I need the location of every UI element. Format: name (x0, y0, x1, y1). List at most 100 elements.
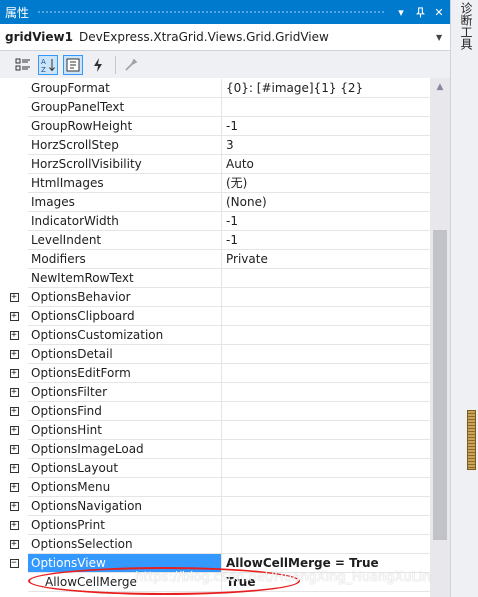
expander-box[interactable]: + (9, 445, 19, 454)
property-value[interactable] (222, 383, 430, 402)
events-icon[interactable] (88, 55, 108, 75)
pin-icon[interactable] (412, 4, 428, 20)
property-name[interactable]: GroupPanelText (28, 98, 222, 117)
property-row[interactable]: HorzScrollVisibility Auto (0, 155, 430, 174)
vertical-scrollbar[interactable]: ▲ (430, 78, 450, 597)
property-row[interactable]: + OptionsPrint (0, 516, 430, 535)
property-value[interactable] (222, 516, 430, 535)
expander-box[interactable]: + (9, 350, 19, 359)
property-name[interactable]: HorzScrollVisibility (28, 155, 222, 174)
expand-icon[interactable]: + (0, 383, 28, 402)
property-value[interactable] (222, 459, 430, 478)
property-value[interactable] (222, 440, 430, 459)
property-value[interactable]: {0}: [#image]{1} {2} (222, 79, 430, 98)
property-row[interactable]: + OptionsImageLoad (0, 440, 430, 459)
object-selector[interactable]: gridView1 DevExpress.XtraGrid.Views.Grid… (0, 24, 450, 51)
property-name[interactable]: OptionsNavigation (28, 497, 222, 516)
property-value[interactable]: Private (222, 250, 430, 269)
property-value[interactable]: True (222, 573, 430, 592)
property-name[interactable]: LevelIndent (28, 231, 222, 250)
property-name[interactable]: GroupFormat (28, 79, 222, 98)
property-value[interactable] (222, 326, 430, 345)
expand-icon[interactable]: + (0, 307, 28, 326)
property-name[interactable]: OptionsFilter (28, 383, 222, 402)
property-name[interactable]: AllowCellMerge (28, 573, 222, 592)
property-name[interactable]: OptionsCustomization (28, 326, 222, 345)
property-value[interactable] (222, 535, 430, 554)
expander-box[interactable]: − (9, 559, 19, 568)
property-value[interactable] (222, 402, 430, 421)
property-row[interactable]: GroupRowHeight -1 (0, 117, 430, 136)
property-value[interactable] (222, 98, 430, 117)
property-value[interactable]: -1 (222, 212, 430, 231)
property-row[interactable]: AllowCellMerge True (0, 573, 430, 592)
property-name[interactable]: OptionsBehavior (28, 288, 222, 307)
property-name[interactable]: OptionsPrint (28, 516, 222, 535)
property-row[interactable]: + OptionsDetail (0, 345, 430, 364)
property-name[interactable]: NewItemRowText (28, 269, 222, 288)
expand-icon[interactable]: + (0, 459, 28, 478)
expand-icon[interactable]: + (0, 421, 28, 440)
scroll-thumb[interactable] (433, 230, 447, 540)
property-row[interactable]: Modifiers Private (0, 250, 430, 269)
property-name[interactable]: Modifiers (28, 250, 222, 269)
property-value[interactable]: -1 (222, 117, 430, 136)
property-row[interactable]: Images (None) (0, 193, 430, 212)
property-row[interactable]: + OptionsLayout (0, 459, 430, 478)
property-value[interactable] (222, 478, 430, 497)
property-row[interactable]: + OptionsSelection (0, 535, 430, 554)
expand-icon[interactable]: + (0, 345, 28, 364)
dropdown-icon[interactable]: ▾ (393, 4, 409, 20)
property-value[interactable]: (None) (222, 193, 430, 212)
scroll-up-icon[interactable]: ▲ (430, 78, 450, 96)
property-row[interactable]: GroupPanelText (0, 98, 430, 117)
property-name[interactable]: OptionsMenu (28, 478, 222, 497)
categorized-icon[interactable] (13, 55, 33, 75)
alphabetical-icon[interactable]: AZ (38, 54, 58, 75)
property-value[interactable] (222, 269, 430, 288)
side-tab-diagnostics[interactable]: 诊断工具 (455, 0, 475, 50)
property-value[interactable] (222, 421, 430, 440)
property-name[interactable]: OptionsSelection (28, 535, 222, 554)
property-row[interactable]: − OptionsView AllowCellMerge = True (0, 554, 430, 573)
expander-box[interactable]: + (9, 540, 19, 549)
property-value[interactable]: (无) (222, 174, 430, 193)
property-row[interactable]: + OptionsNavigation (0, 497, 430, 516)
expand-icon[interactable]: + (0, 535, 28, 554)
expand-icon[interactable]: + (0, 288, 28, 307)
property-name[interactable]: HtmlImages (28, 174, 222, 193)
property-name[interactable]: OptionsLayout (28, 459, 222, 478)
property-row[interactable]: GroupFormat {0}: [#image]{1} {2} (0, 79, 430, 98)
property-value[interactable] (222, 497, 430, 516)
properties-icon[interactable] (63, 54, 83, 75)
expander-box[interactable]: + (9, 388, 19, 397)
property-name[interactable]: IndicatorWidth (28, 212, 222, 231)
expand-icon[interactable]: + (0, 440, 28, 459)
property-name[interactable]: OptionsEditForm (28, 364, 222, 383)
property-row[interactable]: + OptionsClipboard (0, 307, 430, 326)
close-icon[interactable]: ✕ (431, 4, 447, 20)
expand-icon[interactable]: + (0, 478, 28, 497)
expander-box[interactable]: + (9, 521, 19, 530)
property-value[interactable] (222, 288, 430, 307)
property-row[interactable]: IndicatorWidth -1 (0, 212, 430, 231)
expand-icon[interactable]: + (0, 402, 28, 421)
mini-scroll-grip[interactable] (467, 410, 476, 470)
property-pages-icon[interactable] (121, 55, 141, 75)
expand-icon[interactable]: + (0, 326, 28, 345)
property-row[interactable]: + OptionsBehavior (0, 288, 430, 307)
expander-box[interactable]: + (9, 407, 19, 416)
expander-box[interactable]: + (9, 483, 19, 492)
expand-icon[interactable]: + (0, 364, 28, 383)
property-row[interactable]: HtmlImages (无) (0, 174, 430, 193)
property-name[interactable]: HorzScrollStep (28, 136, 222, 155)
property-name[interactable]: OptionsImageLoad (28, 440, 222, 459)
property-row[interactable]: HorzScrollStep 3 (0, 136, 430, 155)
property-name[interactable]: OptionsFind (28, 402, 222, 421)
property-value[interactable] (222, 364, 430, 383)
property-row[interactable]: + OptionsEditForm (0, 364, 430, 383)
expand-icon[interactable]: + (0, 497, 28, 516)
property-row[interactable]: + OptionsFind (0, 402, 430, 421)
property-name[interactable]: OptionsDetail (28, 345, 222, 364)
property-name[interactable]: OptionsHint (28, 421, 222, 440)
